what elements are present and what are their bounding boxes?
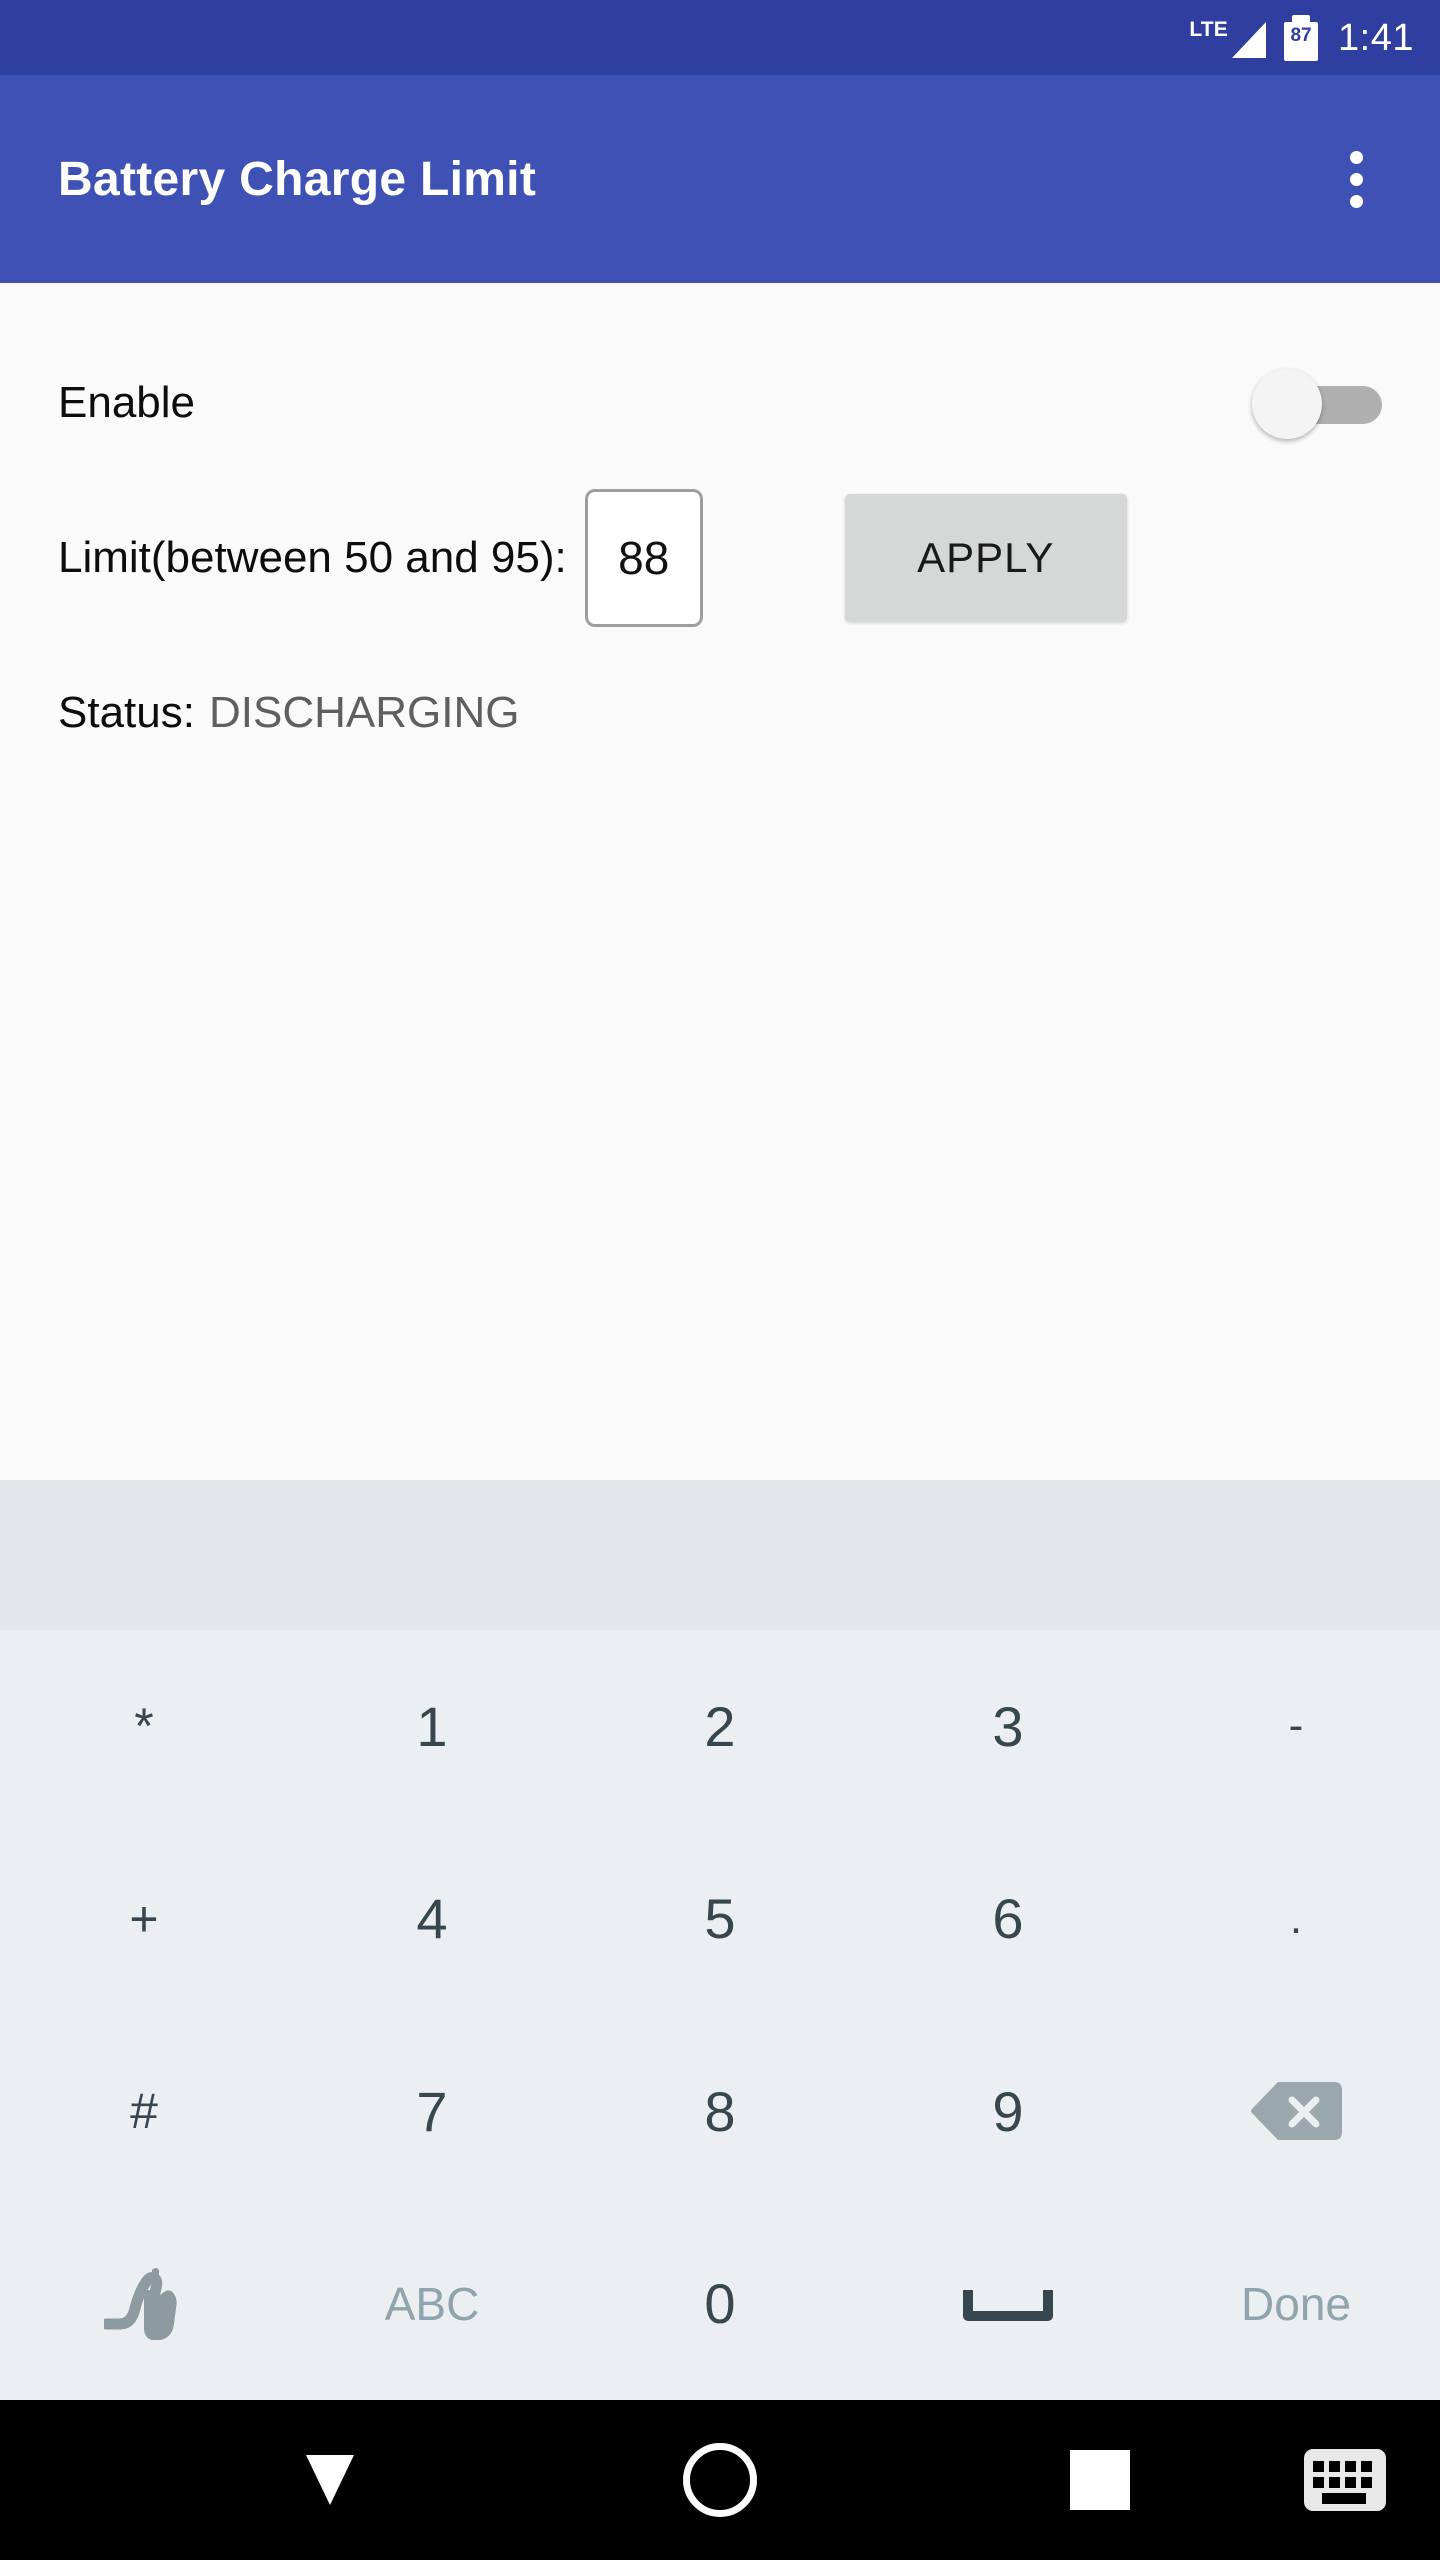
key-done[interactable]: Done	[1152, 2208, 1440, 2401]
limit-label: Limit(between 50 and 95):	[58, 533, 567, 582]
handwriting-icon	[104, 2267, 177, 2340]
main-content: Enable Limit(between 50 and 95): 88 APPL…	[0, 283, 1440, 1480]
overflow-dot-2	[1349, 172, 1363, 186]
status-value: DISCHARGING	[208, 688, 520, 737]
mobile-signal-indicator: LTE	[1189, 16, 1268, 60]
status-bar: LTE 87 1:41	[0, 0, 1440, 75]
overflow-menu-icon[interactable]	[1308, 131, 1404, 227]
key-4[interactable]: 4	[288, 1823, 576, 2016]
keyboard-row: + 4 5 6 .	[0, 1823, 1440, 2016]
overflow-dot-1	[1349, 150, 1363, 164]
limit-input[interactable]: 88	[584, 489, 703, 627]
key-9[interactable]: 9	[864, 2015, 1152, 2208]
nav-recents-button[interactable]	[1030, 2400, 1170, 2560]
key-period[interactable]: .	[1152, 1823, 1440, 2016]
keyboard-suggestion-strip[interactable]	[0, 1480, 1440, 1630]
apply-button[interactable]: APPLY	[844, 494, 1127, 622]
key-3[interactable]: 3	[864, 1630, 1152, 1823]
enable-label: Enable	[58, 378, 196, 427]
battery-level-label: 87	[1290, 24, 1312, 46]
nav-keyboard-switcher-button[interactable]	[1250, 2400, 1440, 2560]
status-label: Status:	[58, 688, 195, 737]
page-title: Battery Charge Limit	[58, 152, 537, 206]
switch-thumb	[1252, 369, 1322, 439]
key-handwriting[interactable]	[0, 2208, 288, 2401]
key-abc[interactable]: ABC	[288, 2208, 576, 2401]
key-asterisk[interactable]: *	[0, 1630, 288, 1823]
key-6[interactable]: 6	[864, 1823, 1152, 2016]
battery-icon: 87	[1284, 14, 1319, 61]
key-hyphen[interactable]: -	[1152, 1630, 1440, 1823]
app-bar: Battery Charge Limit	[0, 75, 1440, 283]
nav-home-button[interactable]	[630, 2400, 810, 2560]
key-backspace[interactable]	[1152, 2015, 1440, 2208]
status-row: Status: DISCHARGING	[0, 653, 1440, 773]
status-bar-icons: LTE 87 1:41	[1189, 14, 1414, 61]
recents-square-icon	[1070, 2450, 1130, 2510]
key-8[interactable]: 8	[576, 2015, 864, 2208]
limit-row: Limit(between 50 and 95): 88 APPLY	[0, 473, 1440, 643]
nav-back-button[interactable]	[240, 2400, 420, 2560]
key-5[interactable]: 5	[576, 1823, 864, 2016]
collapse-keyboard-down-icon	[306, 2455, 354, 2505]
system-navigation-bar	[0, 2400, 1440, 2560]
enable-row: Enable	[0, 323, 1440, 483]
keyboard-row: ABC 0 Done	[0, 2208, 1440, 2401]
key-0[interactable]: 0	[576, 2208, 864, 2401]
signal-triangle-icon	[1232, 21, 1267, 58]
keyboard-switcher-icon	[1304, 2449, 1386, 2511]
backspace-icon	[1251, 2082, 1342, 2141]
keyboard-row: # 7 8 9	[0, 2015, 1440, 2208]
lte-label: LTE	[1189, 17, 1229, 41]
key-2[interactable]: 2	[576, 1630, 864, 1823]
enable-toggle-switch[interactable]	[1252, 364, 1382, 442]
numeric-keyboard: * 1 2 3 - + 4 5 6 . # 7 8 9 ABC 0 Done	[0, 1630, 1440, 2400]
phone-screen: LTE 87 1:41 Battery Charge Limit Enable	[0, 0, 1440, 2560]
overflow-dot-3	[1349, 194, 1363, 208]
key-1[interactable]: 1	[288, 1630, 576, 1823]
keyboard-row: * 1 2 3 -	[0, 1630, 1440, 1823]
key-plus[interactable]: +	[0, 1823, 288, 2016]
key-7[interactable]: 7	[288, 2015, 576, 2208]
home-circle-icon	[683, 2443, 757, 2517]
key-space[interactable]	[864, 2208, 1152, 2401]
key-hash[interactable]: #	[0, 2015, 288, 2208]
space-bar-icon	[963, 2289, 1053, 2321]
status-bar-clock: 1:41	[1338, 16, 1414, 59]
